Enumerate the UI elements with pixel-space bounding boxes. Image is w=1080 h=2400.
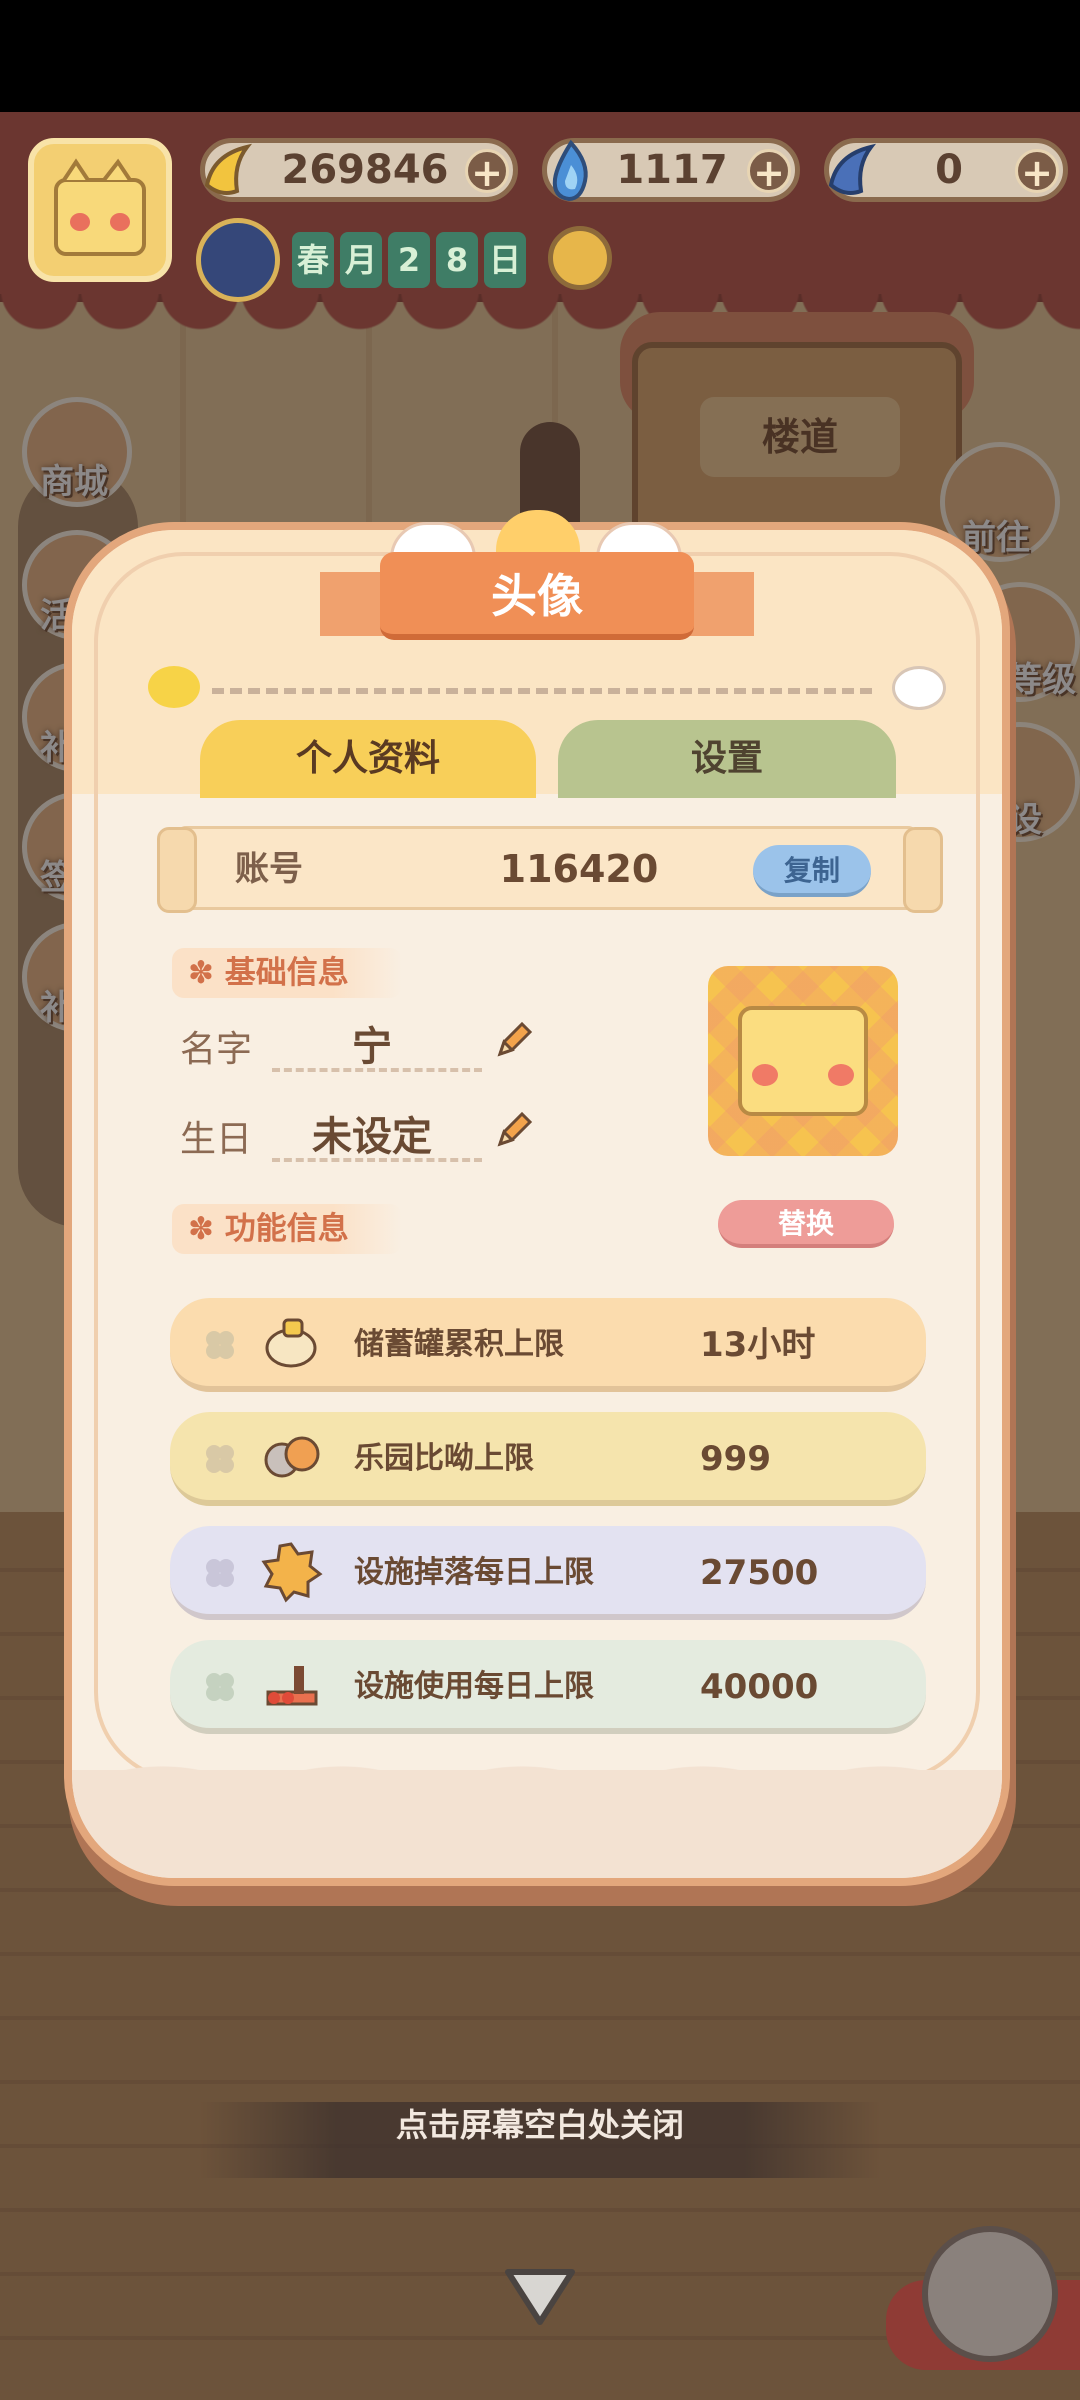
function-info-section-title: ✽ 功能信息 [172, 1204, 402, 1254]
title-ribbon: 头像 [320, 510, 754, 648]
stat-value: 13小时 [700, 1325, 816, 1365]
tab-profile[interactable]: 个人资料 [200, 720, 536, 798]
blue-banana-icon [828, 143, 877, 195]
stat-label: 设施掉落每日上限 [354, 1555, 594, 1590]
player-avatar-button[interactable] [28, 138, 172, 282]
clover-icon [206, 1331, 234, 1359]
piggy-bank-icon [265, 1318, 317, 1368]
add-flame-button[interactable]: + [747, 149, 791, 194]
date-char: 8 [436, 232, 478, 288]
birthday-underline [272, 1158, 482, 1162]
stat-value: 999 [700, 1439, 771, 1479]
weather-sun-icon[interactable] [548, 226, 612, 290]
stat-label: 设施使用每日上限 [354, 1669, 594, 1704]
stat-value: 40000 [700, 1667, 819, 1707]
modal-footer-area [72, 1770, 1002, 1878]
date-display[interactable]: 春 月 2 8 日 [196, 218, 536, 302]
name-label: 名字 [180, 1029, 253, 1070]
name-value: 宁 [352, 1024, 392, 1070]
account-id: 116420 [499, 847, 659, 891]
date-char: 日 [484, 232, 526, 288]
edit-birthday-pencil-icon[interactable] [492, 1108, 536, 1152]
banana-counter: 269846 + [200, 138, 518, 202]
banana-icon [204, 143, 253, 195]
stat-row-paradise: 乐园比呦上限 999 [170, 1412, 926, 1506]
white-chick-icon [892, 666, 946, 710]
add-blue-banana-button[interactable]: + [1015, 149, 1059, 194]
edit-name-pencil-icon[interactable] [492, 1018, 536, 1062]
header-divider [212, 688, 872, 694]
clover-icon [206, 1673, 234, 1701]
avatar-character-icon [738, 1006, 868, 1116]
profile-modal: 个人资料 设置 账号 116420 复制 ✽ 基础信息 名字 宁 生日 未设定 [64, 510, 1016, 1906]
avatar-cheek [828, 1064, 854, 1086]
chick-icon [148, 666, 200, 708]
moon-icon [196, 218, 280, 302]
flower-icon: ✽ [188, 955, 214, 991]
account-bar-cap-left [157, 827, 197, 913]
add-banana-button[interactable]: + [465, 149, 509, 194]
date-char: 2 [388, 232, 430, 288]
birthday-value: 未设定 [312, 1114, 432, 1160]
pet-friends-icon [264, 1436, 320, 1478]
stat-label: 储蓄罐累积上限 [354, 1327, 564, 1362]
flame-counter: 1117 + [542, 138, 800, 202]
clover-icon [206, 1559, 234, 1587]
account-bar: 账号 116420 复制 [157, 826, 943, 913]
modal-panel: 个人资料 设置 账号 116420 复制 ✽ 基础信息 名字 宁 生日 未设定 [64, 522, 1010, 1886]
flower-icon: ✽ [188, 1211, 214, 1247]
modal-title: 头像 [380, 552, 694, 640]
stat-value: 27500 [700, 1553, 819, 1593]
flame-count: 1117 [616, 147, 728, 193]
top-hud: 269846 + 1117 + 0 + 春 月 2 8 日 [0, 112, 1080, 312]
abacus-icon [266, 1666, 318, 1706]
date-char: 春 [292, 232, 334, 288]
stat-row-facility-drop: 设施掉落每日上限 27500 [170, 1526, 926, 1620]
tab-settings[interactable]: 设置 [558, 720, 896, 798]
replace-avatar-button[interactable]: 替换 [718, 1200, 894, 1248]
yarn-ball-button[interactable] [922, 2226, 1058, 2362]
date-char: 月 [340, 232, 382, 288]
status-bar [0, 0, 1080, 112]
account-bar-cap-right [903, 827, 943, 913]
player-avatar-icon [54, 158, 146, 256]
basic-info-label: 基础信息 [224, 955, 349, 991]
collapse-arrow-icon[interactable] [500, 2262, 580, 2332]
basic-info-section-title: ✽ 基础信息 [172, 948, 402, 998]
stat-label: 乐园比呦上限 [354, 1441, 534, 1476]
birthday-label: 生日 [180, 1119, 253, 1160]
gear-cookie-icon [261, 1542, 323, 1603]
clover-icon [206, 1445, 234, 1473]
blue-flame-icon [552, 139, 588, 202]
stat-row-piggybank: 储蓄罐累积上限 13小时 [170, 1298, 926, 1392]
blue-banana-count: 0 [935, 147, 963, 193]
banana-count: 269846 [281, 147, 449, 193]
close-hint-text: 点击屏幕空白处关闭 [395, 2106, 684, 2144]
copy-account-button[interactable]: 复制 [753, 845, 871, 897]
avatar-cheek [752, 1064, 778, 1086]
function-info-label: 功能信息 [224, 1211, 349, 1247]
blue-banana-counter: 0 + [824, 138, 1068, 202]
name-underline [272, 1068, 482, 1072]
stat-row-facility-use: 设施使用每日上限 40000 [170, 1640, 926, 1734]
profile-avatar[interactable] [708, 966, 898, 1156]
account-label: 账号 [235, 849, 303, 889]
